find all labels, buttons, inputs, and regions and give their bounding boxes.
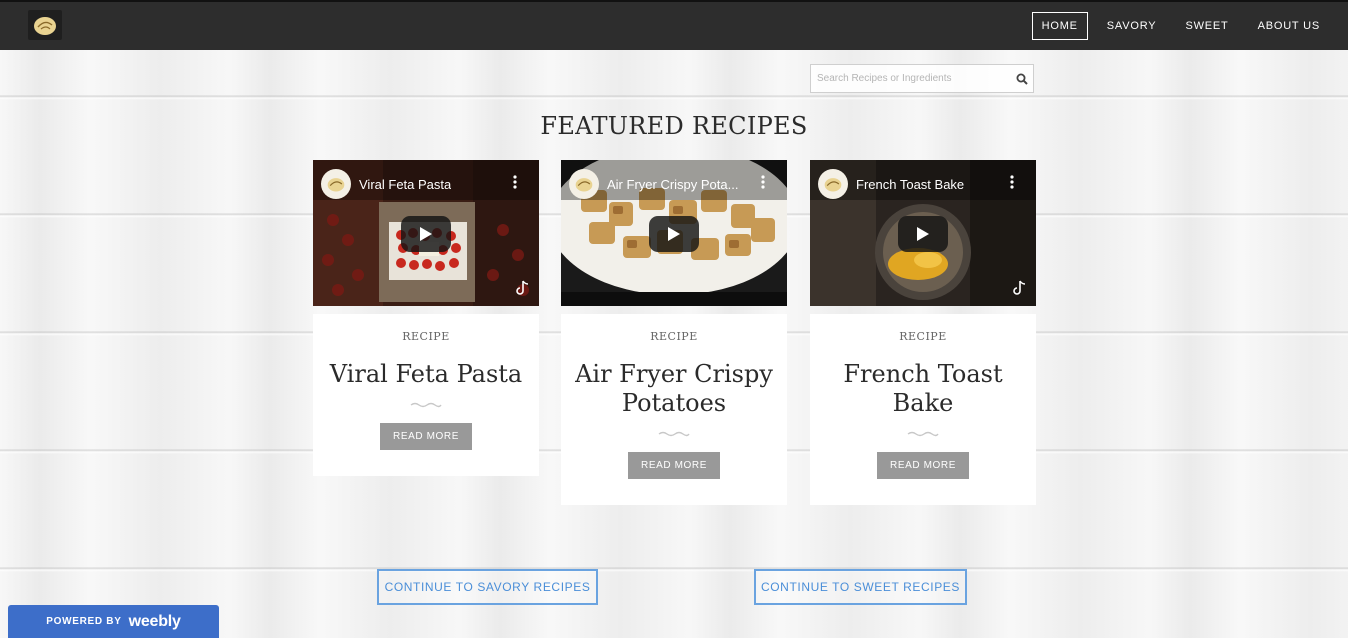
continue-savory-button[interactable]: CONTINUE TO SAVORY RECIPES <box>377 569 598 605</box>
video-thumbnail[interactable]: French Toast Bake <box>810 160 1036 306</box>
recipe-category: RECIPE <box>650 330 698 343</box>
video-title[interactable]: Air Fryer Crispy Pota... <box>607 177 738 192</box>
weebly-logo: weebly <box>128 612 181 630</box>
video-thumbnail[interactable]: Viral Feta Pasta <box>313 160 539 306</box>
recipe-category: RECIPE <box>402 330 450 343</box>
recipe-category: RECIPE <box>899 330 947 343</box>
read-more-button[interactable]: READ MORE <box>380 423 472 450</box>
channel-avatar[interactable] <box>321 169 351 199</box>
recipe-title[interactable]: French Toast Bake <box>822 360 1024 418</box>
divider-squiggle <box>907 431 939 437</box>
recipe-card: French Toast Bake RECIPE French Toast Ba… <box>810 160 1036 505</box>
recipe-card-body: RECIPE French Toast Bake READ MORE <box>810 314 1036 505</box>
divider-squiggle <box>410 402 442 408</box>
channel-avatar[interactable] <box>569 169 599 199</box>
nav-savory[interactable]: SAVORY <box>1097 12 1167 40</box>
play-button[interactable] <box>649 216 699 252</box>
powered-by-label: POWERED BY <box>46 616 122 627</box>
play-icon <box>668 227 680 241</box>
recipe-title[interactable]: Air Fryer Crispy Potatoes <box>573 360 775 418</box>
video-title[interactable]: Viral Feta Pasta <box>359 177 451 192</box>
search-icon[interactable] <box>1016 72 1028 90</box>
recipe-card: Air Fryer Crispy Pota... RECIPE Air Frye… <box>561 160 787 505</box>
recipe-search <box>810 64 1034 93</box>
continue-sweet-button[interactable]: CONTINUE TO SWEET RECIPES <box>754 569 967 605</box>
play-icon <box>420 227 432 241</box>
more-options-icon[interactable] <box>513 175 517 194</box>
logo-icon <box>34 17 56 35</box>
play-icon <box>917 227 929 241</box>
play-button[interactable] <box>401 216 451 252</box>
nav-about-us[interactable]: ABOUT US <box>1248 12 1330 40</box>
top-navigation-bar: HOME SAVORY SWEET ABOUT US <box>0 0 1348 50</box>
powered-by-weebly-badge[interactable]: POWERED BY weebly <box>8 605 219 638</box>
site-logo[interactable] <box>28 10 62 40</box>
recipe-title[interactable]: Viral Feta Pasta <box>325 360 527 389</box>
more-options-icon[interactable] <box>761 175 765 194</box>
recipe-card: Viral Feta Pasta RECIPE Viral Feta Pasta… <box>313 160 539 476</box>
recipe-card-body: RECIPE Viral Feta Pasta READ MORE <box>313 314 539 476</box>
video-title[interactable]: French Toast Bake <box>856 177 964 192</box>
tiktok-icon <box>1013 280 1026 295</box>
play-button[interactable] <box>898 216 948 252</box>
read-more-button[interactable]: READ MORE <box>628 452 720 479</box>
main-nav: HOME SAVORY SWEET ABOUT US <box>1023 12 1330 40</box>
nav-home[interactable]: HOME <box>1031 12 1088 40</box>
read-more-button[interactable]: READ MORE <box>877 452 969 479</box>
video-thumbnail[interactable]: Air Fryer Crispy Pota... <box>561 160 787 306</box>
recipe-card-body: RECIPE Air Fryer Crispy Potatoes READ MO… <box>561 314 787 505</box>
search-input[interactable] <box>811 65 1013 92</box>
divider-squiggle <box>658 431 690 437</box>
featured-heading: FEATURED RECIPES <box>540 112 808 140</box>
channel-avatar[interactable] <box>818 169 848 199</box>
nav-sweet[interactable]: SWEET <box>1175 12 1238 40</box>
tiktok-icon <box>516 280 529 295</box>
more-options-icon[interactable] <box>1010 175 1014 194</box>
